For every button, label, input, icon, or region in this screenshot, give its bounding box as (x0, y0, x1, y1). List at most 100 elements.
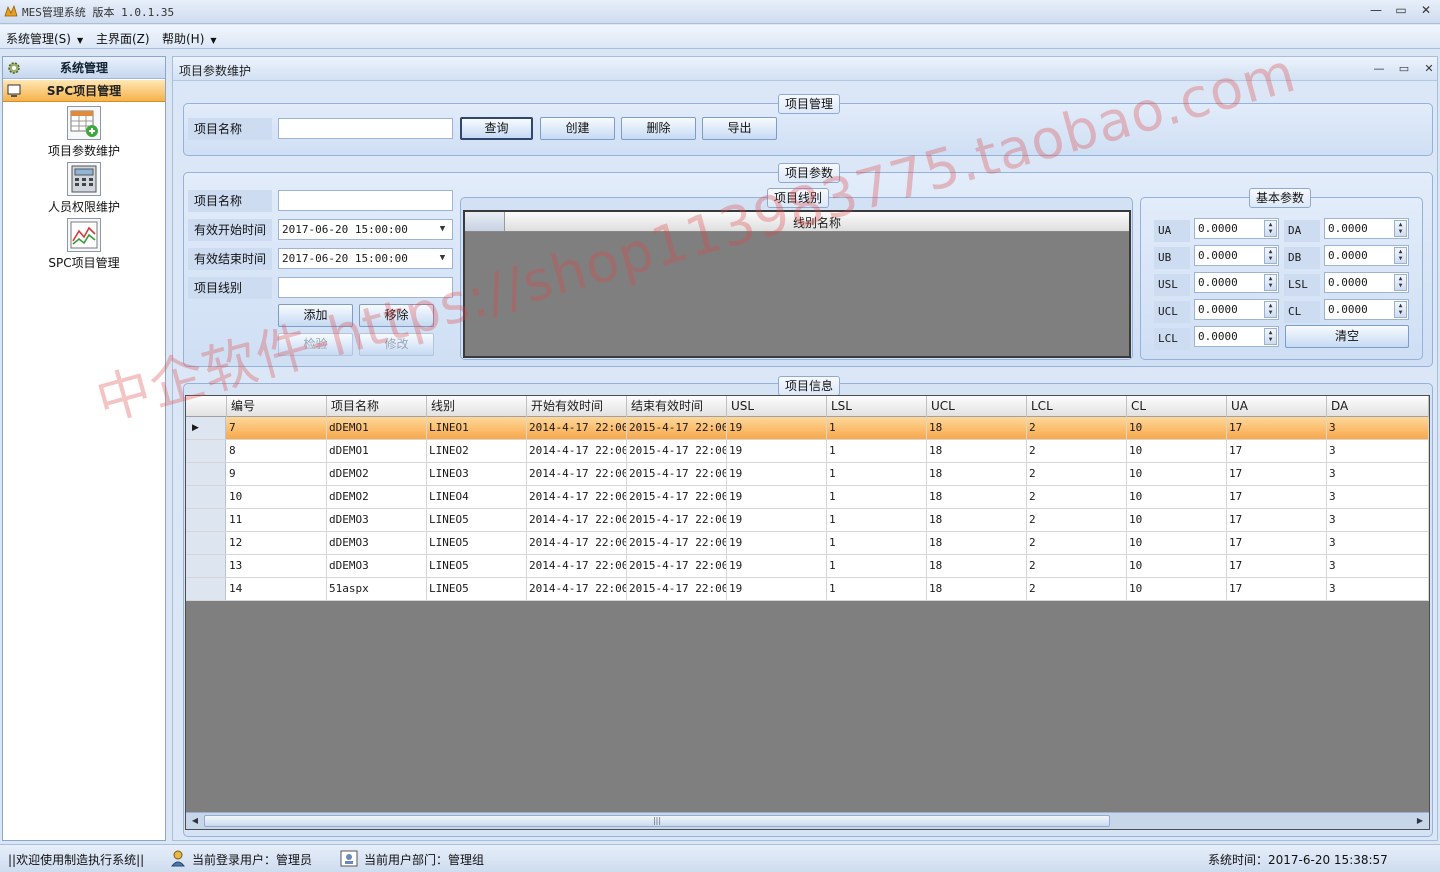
table-cell[interactable]: 17 (1227, 532, 1327, 554)
table-cell[interactable]: 10 (1127, 532, 1227, 554)
table-cell[interactable]: 3 (1327, 417, 1429, 439)
table-cell[interactable]: 1 (827, 486, 927, 508)
table-cell[interactable]: 2 (1027, 578, 1127, 600)
table-cell[interactable]: 18 (927, 509, 1027, 531)
table-cell[interactable]: 2014-4-17 22:00 (527, 486, 627, 508)
table-cell[interactable]: 17 (1227, 555, 1327, 577)
table-cell[interactable]: 10 (1127, 463, 1227, 485)
table-cell[interactable]: 3 (1327, 463, 1429, 485)
minimize-button[interactable]: — (1367, 3, 1385, 19)
column-header[interactable]: UCL (927, 396, 1027, 417)
clear-button[interactable]: 清空 (1285, 325, 1409, 348)
table-cell[interactable]: 19 (727, 486, 827, 508)
start-time-picker[interactable]: 2017-06-20 15:00:00 ▼ (278, 219, 453, 240)
menu-main[interactable]: 主界面(Z) (96, 30, 150, 47)
spinner-icon[interactable]: ▲ ▼ (1264, 274, 1277, 291)
sidebar-section-system[interactable]: 系统管理 (3, 57, 165, 79)
table-cell[interactable]: 1 (827, 555, 927, 577)
lcl-input[interactable]: 0.0000 ▲ ▼ (1194, 326, 1279, 347)
table-cell[interactable]: 51aspx (327, 578, 427, 600)
table-cell[interactable]: 2 (1027, 509, 1127, 531)
table-row[interactable]: ▶ 7 dDEMO1 LINEO1 2014-4-17 22:00 2015-4-17 2… (186, 417, 1429, 440)
table-cell[interactable]: 1 (827, 440, 927, 462)
table-cell[interactable]: 18 (927, 486, 1027, 508)
table-row[interactable]: 14 51aspx LINEO5 2014-4-17 22:00 2015-4-17 2… (186, 578, 1429, 601)
table-cell[interactable]: 19 (727, 440, 827, 462)
export-button[interactable]: 导出 (702, 117, 777, 140)
scroll-left-icon[interactable]: ◀ (189, 815, 201, 827)
table-cell[interactable]: 18 (927, 417, 1027, 439)
table-row[interactable]: 8 dDEMO1 LINEO2 2014-4-17 22:00 2015-4-17 22… (186, 440, 1429, 463)
restore-button[interactable]: ▭ (1392, 3, 1410, 19)
table-cell[interactable]: dDEMO3 (327, 555, 427, 577)
table-cell[interactable]: LINEO5 (427, 578, 527, 600)
table-cell[interactable]: 1 (827, 578, 927, 600)
table-cell[interactable]: 10 (1127, 486, 1227, 508)
menu-help[interactable]: 帮助(H) ▼ (162, 30, 217, 47)
table-row[interactable]: 11 dDEMO3 LINEO5 2014-4-17 22:00 2015-4-17 2… (186, 509, 1429, 532)
table-cell[interactable]: LINEO5 (427, 509, 527, 531)
column-header[interactable]: 开始有效时间 (527, 396, 627, 417)
table-cell[interactable]: 18 (927, 578, 1027, 600)
table-cell[interactable]: 1 (827, 417, 927, 439)
table-cell[interactable]: 17 (1227, 417, 1327, 439)
table-cell[interactable]: 2014-4-17 22:00 (527, 440, 627, 462)
table-cell[interactable]: 2014-4-17 22:00 (527, 417, 627, 439)
table-cell[interactable]: dDEMO3 (327, 532, 427, 554)
delete-button[interactable]: 删除 (621, 117, 696, 140)
spinner-icon[interactable]: ▲ ▼ (1394, 301, 1407, 318)
table-cell[interactable]: dDEMO1 (327, 417, 427, 439)
param-name-input[interactable] (278, 190, 453, 211)
table-cell[interactable]: dDEMO3 (327, 509, 427, 531)
project-info-grid[interactable]: 编号 项目名称 线别 开始有效时间 结束有效时间 USL LSL UCL LCL CL UA DA ▶… (185, 395, 1430, 830)
table-cell[interactable]: 1 (827, 509, 927, 531)
table-cell[interactable]: 3 (1327, 509, 1429, 531)
table-cell[interactable]: 2 (1027, 417, 1127, 439)
row-header[interactable] (186, 532, 226, 554)
table-cell[interactable]: 2015-4-17 22:00 (627, 417, 727, 439)
table-cell[interactable]: LINEO3 (427, 463, 527, 485)
table-cell[interactable]: 14 (227, 578, 327, 600)
scroll-right-icon[interactable]: ▶ (1414, 815, 1426, 827)
table-cell[interactable]: 11 (227, 509, 327, 531)
table-cell[interactable]: 3 (1327, 555, 1429, 577)
line-grid[interactable]: 线别名称 (463, 210, 1131, 358)
table-cell[interactable]: 2 (1027, 555, 1127, 577)
column-header[interactable]: UA (1227, 396, 1327, 417)
table-cell[interactable]: 18 (927, 463, 1027, 485)
end-time-picker[interactable]: 2017-06-20 15:00:00 ▼ (278, 248, 453, 269)
row-header[interactable] (186, 440, 226, 462)
table-cell[interactable]: 2015-4-17 22:00 (627, 463, 727, 485)
table-cell[interactable]: 19 (727, 532, 827, 554)
table-cell[interactable]: LINEO2 (427, 440, 527, 462)
spinner-icon[interactable]: ▲ ▼ (1394, 274, 1407, 291)
panel-minimize-button[interactable]: — (1371, 62, 1387, 76)
close-button[interactable]: ✕ (1417, 3, 1435, 19)
table-cell[interactable]: 18 (927, 555, 1027, 577)
create-button[interactable]: 创建 (540, 117, 615, 140)
table-cell[interactable]: 3 (1327, 486, 1429, 508)
table-cell[interactable]: 2014-4-17 22:00 (527, 578, 627, 600)
sidebar-item-permissions[interactable]: 人员权限维护 (3, 162, 165, 215)
table-cell[interactable]: LINEO1 (427, 417, 527, 439)
sidebar-item-spc-mgmt[interactable]: SPC项目管理 (3, 218, 165, 271)
table-row[interactable]: 10 dDEMO2 LINEO4 2014-4-17 22:00 2015-4-17 2… (186, 486, 1429, 509)
remove-line-button[interactable]: 移除 (359, 304, 434, 327)
panel-close-button[interactable]: ✕ (1421, 62, 1437, 76)
spinner-icon[interactable]: ▲ ▼ (1394, 220, 1407, 237)
usl-input[interactable]: 0.0000 ▲ ▼ (1194, 272, 1279, 293)
table-cell[interactable]: 1 (827, 532, 927, 554)
column-header[interactable]: 编号 (227, 396, 327, 417)
table-cell[interactable]: 2014-4-17 22:00 (527, 509, 627, 531)
table-row[interactable]: 9 dDEMO2 LINEO3 2014-4-17 22:00 2015-4-17 22… (186, 463, 1429, 486)
table-row[interactable]: 13 dDEMO3 LINEO5 2014-4-17 22:00 2015-4-17 2… (186, 555, 1429, 578)
table-cell[interactable]: dDEMO1 (327, 440, 427, 462)
spinner-icon[interactable]: ▲ ▼ (1394, 247, 1407, 264)
row-header[interactable] (186, 463, 226, 485)
table-cell[interactable]: 3 (1327, 532, 1429, 554)
table-cell[interactable]: 2015-4-17 22:00 (627, 486, 727, 508)
table-cell[interactable]: 17 (1227, 486, 1327, 508)
table-cell[interactable]: 13 (227, 555, 327, 577)
table-cell[interactable]: 19 (727, 509, 827, 531)
table-cell[interactable]: 7 (227, 417, 327, 439)
